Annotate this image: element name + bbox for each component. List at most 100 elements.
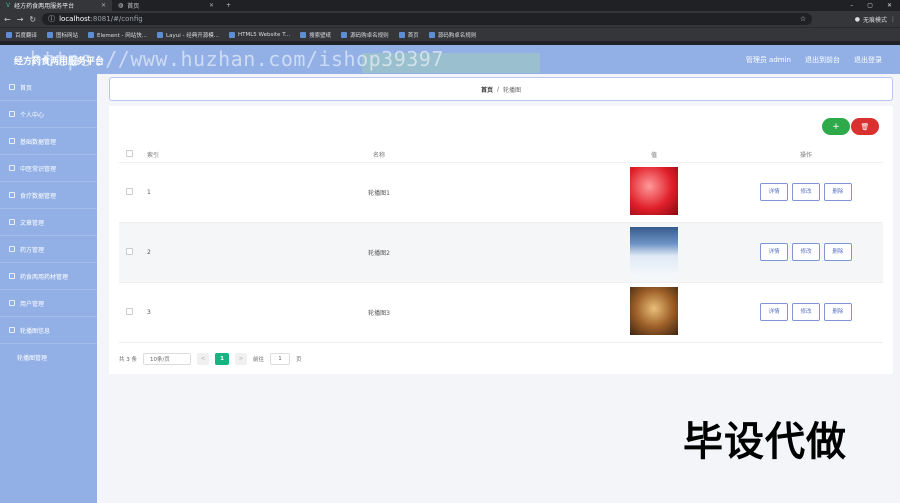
column-header-name: 名称 [179, 148, 579, 163]
delete-button[interactable]: 🗑 [851, 118, 879, 135]
row-name: 轮播图2 [179, 222, 579, 283]
bookmark[interactable]: 源码购卓名规则 [428, 31, 476, 39]
goto-page-input[interactable]: 1 [270, 353, 291, 365]
address-row: ← → ↻ ⓘ localhost:8081/#/config ☆ ● 无痕模式… [0, 11, 900, 27]
sidebar-item-users[interactable]: 用户管理 [0, 290, 97, 317]
carousel-table: 索引 名称 值 操作 1 轮播图1 详情 修改 删除 2 轮播图2 详情 修改 … [119, 148, 883, 343]
maximize-icon[interactable]: ▢ [867, 2, 873, 9]
sidebar-item-tcm-knowledge[interactable]: 中医常识管理 [0, 155, 97, 182]
sidebar-item-prescriptions[interactable]: 药方管理 [0, 236, 97, 263]
bookmark-icon [88, 31, 95, 38]
prev-page-button[interactable]: < [197, 353, 209, 365]
reload-icon[interactable]: ↻ [29, 15, 36, 24]
detail-button[interactable]: 详情 [760, 183, 789, 201]
select-all-checkbox[interactable] [125, 150, 133, 158]
detail-button[interactable]: 详情 [760, 303, 789, 321]
list-icon [9, 192, 15, 198]
delete-row-button[interactable]: 删除 [823, 303, 852, 321]
sidebar-item-carousel-manage[interactable]: 轮播图管理 [0, 344, 97, 371]
page-size-select[interactable]: 10条/页 [143, 353, 191, 365]
row-checkbox[interactable] [125, 247, 133, 255]
menu-icon[interactable]: ⋮ [890, 16, 896, 23]
edit-button[interactable]: 修改 [792, 183, 820, 201]
next-page-button[interactable]: > [235, 353, 247, 365]
row-name: 轮播图3 [179, 282, 579, 343]
edit-button[interactable]: 修改 [792, 243, 820, 261]
minimize-icon[interactable]: – [850, 2, 853, 9]
close-window-icon[interactable]: ✕ [887, 2, 892, 9]
tab-bar: V 经方药食两用服务平台 ✕ ◍ 首页 ✕ + – ▢ ✕ [0, 0, 900, 11]
breadcrumb-separator: / [496, 85, 500, 93]
app-header: 经方药食两用服务平台 https://www.huzhan.com/ishop3… [0, 45, 900, 74]
bookmark[interactable]: 百度翻译 [6, 31, 37, 39]
row-name: 轮播图1 [179, 162, 579, 223]
address-bar[interactable]: ⓘ localhost:8081/#/config ☆ [42, 13, 813, 25]
row-checkbox[interactable] [125, 307, 133, 315]
star-icon[interactable]: ☆ [800, 15, 806, 23]
goto-label: 前往 [253, 357, 265, 363]
logout-link[interactable]: 退出登录 [854, 55, 882, 65]
sidebar-item-herbs[interactable]: 药食两用药材管理 [0, 263, 97, 290]
delete-row-button[interactable]: 删除 [823, 183, 852, 201]
page-number-current[interactable]: 1 [215, 353, 229, 365]
row-index: 1 [139, 162, 179, 223]
sidebar-item-profile[interactable]: 个人中心 [0, 101, 97, 128]
table-row: 1 轮播图1 详情 修改 删除 [119, 162, 883, 223]
carousel-image [630, 167, 678, 215]
sidebar-item-articles[interactable]: 文章管理 [0, 209, 97, 236]
sidebar-item-base-data[interactable]: 基础数据管理 [0, 128, 97, 155]
window-controls: – ▢ ✕ [850, 2, 900, 9]
table-row: 3 轮播图3 详情 修改 删除 [119, 282, 883, 343]
front-link[interactable]: 退出到前台 [805, 55, 840, 65]
bookmark[interactable]: 源码购卓名规则 [341, 31, 389, 39]
carousel-image [630, 227, 678, 275]
sidebar-item-carousel-info[interactable]: 轮播图信息 [0, 317, 97, 344]
incognito-indicator[interactable]: ● 无痕模式 ⋮ [855, 15, 896, 24]
bookmark[interactable]: Element - 网站快... [88, 31, 147, 39]
home-icon [9, 84, 15, 90]
vue-icon: V [6, 2, 11, 9]
incognito-label: 无痕模式 [862, 16, 887, 24]
edit-button[interactable]: 修改 [792, 303, 820, 321]
row-checkbox[interactable] [125, 187, 133, 195]
bookmark[interactable]: HTML5 Website T... [228, 31, 290, 38]
bookmark-icon [341, 31, 348, 38]
user-icon [9, 111, 15, 117]
content-panel: + 🗑 索引 名称 值 操作 1 轮播图1 详情 修改 删除 2 轮播图2 详情… [109, 106, 893, 374]
address-path: :8081/#/config [90, 15, 143, 23]
browser-chrome: V 经方药食两用服务平台 ✕ ◍ 首页 ✕ + – ▢ ✕ ← → ↻ ⓘ lo… [0, 0, 900, 45]
column-header-index: 索引 [139, 148, 179, 163]
close-icon[interactable]: ✕ [209, 2, 214, 9]
select-all-cell [119, 148, 139, 163]
delete-row-button[interactable]: 删除 [823, 243, 852, 261]
tab-label: 经方药食两用服务平台 [14, 3, 75, 10]
new-tab-icon[interactable]: + [220, 2, 237, 9]
sidebar-item-home[interactable]: 首页 [0, 74, 97, 101]
trash-icon: 🗑 [860, 122, 870, 131]
breadcrumb-home[interactable]: 首页 [481, 85, 493, 94]
bookmark[interactable]: 图标网站 [47, 31, 78, 39]
bookmark[interactable]: 首页 [398, 31, 419, 39]
detail-button[interactable]: 详情 [760, 243, 789, 261]
column-header-actions: 操作 [729, 148, 883, 163]
globe-icon: ◍ [118, 2, 124, 9]
row-index: 3 [139, 282, 179, 343]
add-button[interactable]: + [822, 118, 850, 135]
herb-icon [9, 273, 15, 279]
watermark-url: https://www.huzhan.com/ishop39397 [30, 47, 444, 71]
incognito-icon: ● [854, 15, 860, 23]
image-icon [9, 327, 15, 333]
back-icon[interactable]: ← [4, 15, 11, 24]
bookmark-icon [300, 31, 307, 38]
sidebar-item-diet-data[interactable]: 食疗数据管理 [0, 182, 97, 209]
bookmarks-bar: 百度翻译 图标网站 Element - 网站快... Layui - 经典开源模… [0, 27, 900, 41]
plus-icon: + [832, 121, 840, 132]
document-icon [9, 219, 15, 225]
browser-tab[interactable]: ◍ 首页 ✕ [112, 0, 220, 11]
browser-tab-active[interactable]: V 经方药食两用服务平台 ✕ [0, 0, 112, 11]
bookmark[interactable]: 搜索壁纸 [300, 31, 331, 39]
book-icon [9, 165, 15, 171]
forward-icon[interactable]: → [17, 15, 24, 24]
bookmark[interactable]: Layui - 经典开源模... [157, 31, 219, 39]
close-icon[interactable]: ✕ [101, 2, 106, 9]
